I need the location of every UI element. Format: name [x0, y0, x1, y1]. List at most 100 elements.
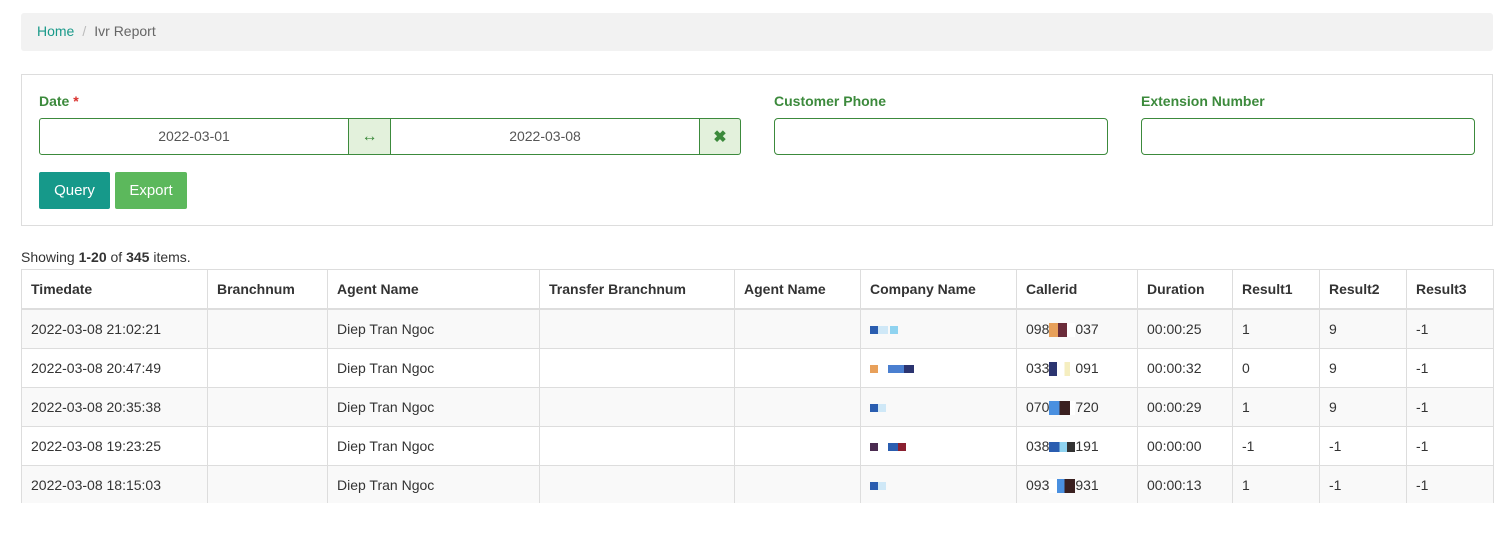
callerid-end: 091	[1075, 359, 1099, 376]
cell-company-name-redacted	[860, 308, 1017, 349]
cell-branchnum	[207, 348, 328, 388]
viewport-cutoff	[0, 503, 1507, 547]
table-row: 2022-03-08 19:23:25 Diep Tran Ngoc 038 19…	[21, 426, 1494, 466]
customer-phone-input[interactable]	[774, 118, 1108, 155]
clear-date-icon[interactable]: ✖	[700, 118, 741, 155]
callerid-end: 037	[1075, 320, 1099, 337]
column-header-branchnum[interactable]: Branchnum	[207, 269, 328, 310]
cell-timedate: 2022-03-08 18:15:03	[21, 465, 208, 505]
cell-result2: 9	[1319, 387, 1407, 427]
extension-number-label: Extension Number	[1141, 93, 1265, 109]
summary-suffix: items.	[149, 249, 191, 265]
column-header-timedate[interactable]: Timedate	[21, 269, 208, 310]
cell-result3: -1	[1406, 348, 1494, 388]
table-row: 2022-03-08 21:02:21 Diep Tran Ngoc 098 03…	[21, 308, 1494, 349]
cell-result1: 1	[1232, 387, 1320, 427]
cell-branchnum	[207, 426, 328, 466]
callerid-start: 098	[1026, 320, 1050, 337]
results-summary: Showing 1-20 of 345 items.	[21, 249, 191, 265]
cell-duration: 00:00:29	[1137, 387, 1233, 427]
date-from-input[interactable]: 2022-03-01	[39, 118, 349, 155]
date-to-input[interactable]: 2022-03-08	[390, 118, 700, 155]
cell-result3: -1	[1406, 387, 1494, 427]
cell-duration: 00:00:00	[1137, 426, 1233, 466]
cell-transfer-branchnum	[539, 387, 735, 427]
cell-result2: 9	[1319, 308, 1407, 349]
date-label: Date *	[39, 93, 79, 109]
cell-timedate: 2022-03-08 20:35:38	[21, 387, 208, 427]
callerid-start: 033	[1026, 359, 1050, 376]
summary-prefix: Showing	[21, 249, 79, 265]
cell-duration: 00:00:32	[1137, 348, 1233, 388]
breadcrumb-home-link[interactable]: Home	[37, 23, 74, 39]
cell-company-name-redacted	[860, 426, 1017, 466]
column-header-callerid[interactable]: Callerid	[1016, 269, 1138, 310]
cell-result1: 1	[1232, 308, 1320, 349]
column-header-result2[interactable]: Result2	[1319, 269, 1407, 310]
column-header-result1[interactable]: Result1	[1232, 269, 1320, 310]
filter-panel: Date * 2022-03-01 ↔ 2022-03-08 ✖ Custome…	[21, 74, 1493, 226]
cell-timedate: 2022-03-08 19:23:25	[21, 426, 208, 466]
cell-callerid: 070 720	[1016, 387, 1138, 427]
table-row: 2022-03-08 20:35:38 Diep Tran Ngoc 070 72…	[21, 387, 1494, 427]
cell-result3: -1	[1406, 308, 1494, 349]
cell-result2: 9	[1319, 348, 1407, 388]
cell-transfer-agent-name	[734, 387, 861, 427]
callerid-end: 931	[1075, 476, 1099, 493]
cell-result1: 0	[1232, 348, 1320, 388]
cell-result2: -1	[1319, 426, 1407, 466]
table-header-row: Timedate Branchnum Agent Name Transfer B…	[21, 269, 1494, 310]
breadcrumb-current: Ivr Report	[94, 23, 156, 39]
cell-transfer-agent-name	[734, 308, 861, 349]
cell-transfer-agent-name	[734, 465, 861, 505]
cell-agent-name: Diep Tran Ngoc	[327, 426, 540, 466]
range-arrow-icon: ↔	[349, 118, 390, 155]
cell-transfer-branchnum	[539, 308, 735, 349]
extension-number-input[interactable]	[1141, 118, 1475, 155]
ivr-report-table: Timedate Branchnum Agent Name Transfer B…	[21, 269, 1494, 505]
cell-agent-name: Diep Tran Ngoc	[327, 348, 540, 388]
cell-timedate: 2022-03-08 20:47:49	[21, 348, 208, 388]
summary-of: of	[106, 249, 127, 265]
cell-callerid: 033 091	[1016, 348, 1138, 388]
summary-range: 1-20	[78, 249, 107, 265]
date-label-text: Date	[39, 93, 70, 109]
date-range-group: 2022-03-01 ↔ 2022-03-08 ✖	[39, 118, 741, 155]
cell-branchnum	[207, 465, 328, 505]
export-button[interactable]: Export	[115, 172, 187, 209]
callerid-end: 720	[1075, 398, 1099, 415]
cell-duration: 00:00:25	[1137, 308, 1233, 349]
cell-duration: 00:00:13	[1137, 465, 1233, 505]
cell-agent-name: Diep Tran Ngoc	[327, 465, 540, 505]
query-button[interactable]: Query	[39, 172, 110, 209]
cell-transfer-branchnum	[539, 465, 735, 505]
callerid-start: 093	[1026, 476, 1050, 493]
cell-result2: -1	[1319, 465, 1407, 505]
callerid-redaction	[1049, 401, 1076, 416]
column-header-transfer-agent-name[interactable]: Agent Name	[734, 269, 861, 310]
column-header-agent-name[interactable]: Agent Name	[327, 269, 540, 310]
column-header-duration[interactable]: Duration	[1137, 269, 1233, 310]
cell-timedate: 2022-03-08 21:02:21	[21, 308, 208, 349]
cell-callerid: 098 037	[1016, 308, 1138, 349]
cell-callerid: 038 191	[1016, 426, 1138, 466]
breadcrumb-separator: /	[82, 23, 87, 39]
callerid-start: 070	[1026, 398, 1050, 415]
callerid-redaction	[1049, 479, 1076, 494]
cell-branchnum	[207, 387, 328, 427]
table-row: 2022-03-08 20:47:49 Diep Tran Ngoc 033 09…	[21, 348, 1494, 388]
callerid-redaction	[1049, 442, 1076, 453]
callerid-start: 038	[1026, 438, 1050, 454]
cell-agent-name: Diep Tran Ngoc	[327, 387, 540, 427]
column-header-result3[interactable]: Result3	[1406, 269, 1494, 310]
cell-result3: -1	[1406, 426, 1494, 466]
column-header-company-name[interactable]: Company Name	[860, 269, 1017, 310]
column-header-transfer-branchnum[interactable]: Transfer Branchnum	[539, 269, 735, 310]
cell-branchnum	[207, 308, 328, 349]
cell-result1: -1	[1232, 426, 1320, 466]
cell-callerid: 093 931	[1016, 465, 1138, 505]
cell-transfer-branchnum	[539, 348, 735, 388]
breadcrumb: Home / Ivr Report	[21, 13, 1493, 51]
cell-transfer-agent-name	[734, 426, 861, 466]
callerid-redaction	[1049, 323, 1076, 338]
